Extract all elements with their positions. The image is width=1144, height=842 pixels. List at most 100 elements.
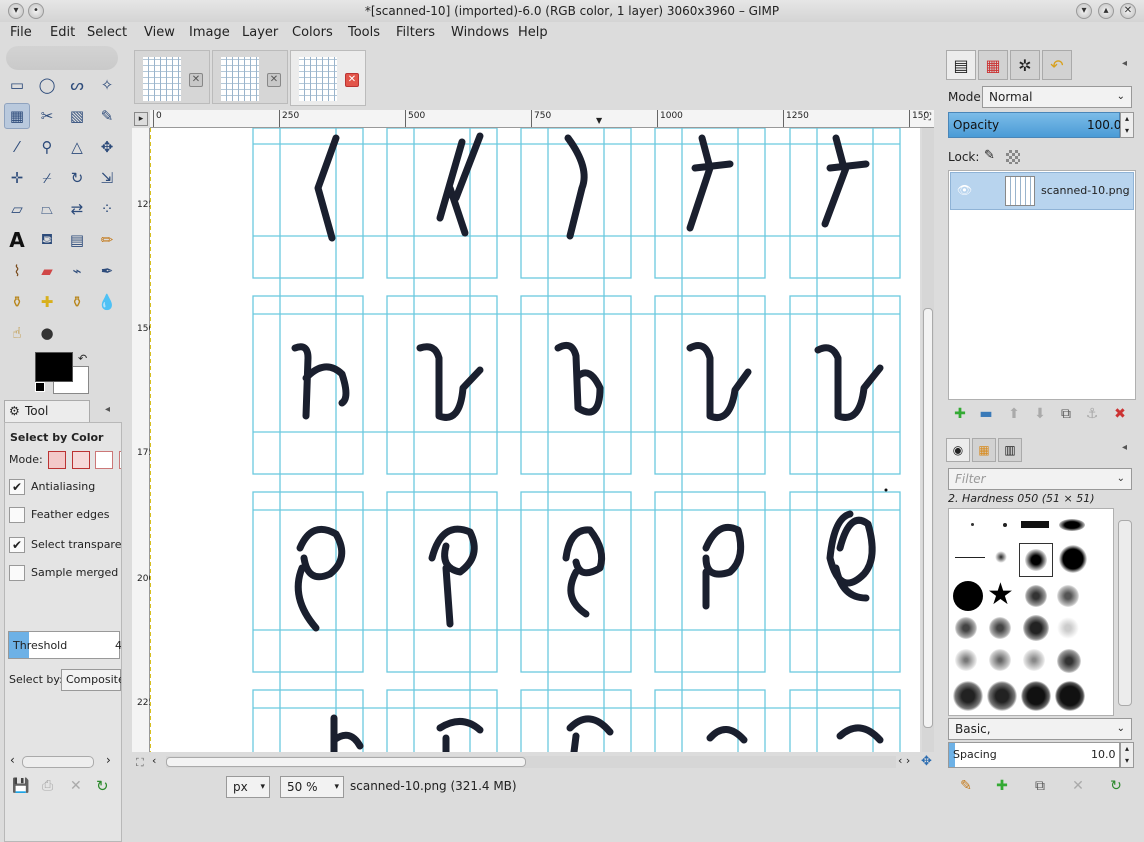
delete-layer-icon[interactable]: ✖ bbox=[1110, 404, 1130, 424]
maximize-icon[interactable]: ▴ bbox=[1098, 3, 1114, 19]
duplicate-layer-icon[interactable]: ⧉ bbox=[1056, 404, 1076, 424]
default-colors-icon[interactable] bbox=[35, 382, 45, 392]
navigate-icon[interactable]: ✥ bbox=[921, 754, 932, 769]
horizontal-scrollbar[interactable] bbox=[166, 756, 896, 768]
select-transparent-checkbox[interactable]: ✔ bbox=[9, 537, 25, 553]
feather-checkbox[interactable] bbox=[9, 507, 25, 523]
new-layer-icon[interactable]: ✚ bbox=[950, 404, 970, 424]
heal-icon[interactable]: ✚ bbox=[34, 289, 60, 315]
opacity-spinner[interactable]: ▴ ▾ bbox=[1120, 112, 1134, 138]
threshold-slider[interactable]: Threshold 4 bbox=[8, 631, 121, 659]
brush-item[interactable] bbox=[1023, 615, 1049, 641]
brush-item[interactable] bbox=[1023, 649, 1045, 671]
layer-mode-combo[interactable]: Normal ⌄ bbox=[982, 86, 1132, 108]
visibility-eye-icon[interactable]: 👁 bbox=[957, 183, 972, 197]
edit-brush-icon[interactable]: ✎ bbox=[956, 776, 976, 796]
brush-item[interactable] bbox=[971, 523, 974, 526]
crop-icon[interactable]: ⌿ bbox=[34, 165, 60, 191]
spacing-slider[interactable]: Spacing 10.0 bbox=[948, 742, 1120, 768]
refresh-brushes-icon[interactable]: ↻ bbox=[1106, 776, 1126, 796]
perspective-icon[interactable]: ⏢ bbox=[34, 196, 60, 222]
brush-item[interactable] bbox=[1057, 649, 1081, 673]
eraser-icon[interactable]: ▰ bbox=[34, 258, 60, 284]
feather-row[interactable]: Feather edges bbox=[9, 507, 110, 523]
cage-icon[interactable]: ⁘ bbox=[94, 196, 120, 222]
measure-icon[interactable]: △ bbox=[64, 134, 90, 160]
image-menu-icon[interactable]: ▸ bbox=[134, 112, 148, 126]
scale-icon[interactable]: ⇲ bbox=[94, 165, 120, 191]
horizontal-scroll-thumb[interactable] bbox=[166, 757, 526, 767]
new-brush-icon[interactable]: ✚ bbox=[992, 776, 1012, 796]
close-tab-icon[interactable]: ✕ bbox=[345, 73, 359, 87]
sample-merged-checkbox[interactable] bbox=[9, 565, 25, 581]
brush-item[interactable] bbox=[955, 557, 985, 558]
unit-combo[interactable]: px ▾ bbox=[226, 776, 270, 798]
reset-options-icon[interactable]: ↻ bbox=[96, 777, 109, 795]
undo-tab-icon[interactable]: ↶ bbox=[1042, 50, 1072, 80]
image-tab-1[interactable]: ✕ bbox=[134, 50, 210, 104]
raise-layer-icon[interactable]: ⬆ bbox=[1004, 404, 1024, 424]
sample-merged-row[interactable]: Sample merged bbox=[9, 565, 118, 581]
airbrush-icon[interactable]: ⌁ bbox=[64, 258, 90, 284]
brush-item[interactable] bbox=[953, 581, 983, 611]
ellipse-select-icon[interactable]: ◯ bbox=[34, 72, 60, 98]
color-picker-icon[interactable]: ⁄ bbox=[4, 134, 30, 160]
dock-menu-icon[interactable]: ◂ bbox=[1122, 442, 1127, 453]
dodge-burn-icon[interactable]: ● bbox=[34, 320, 60, 346]
brush-item[interactable] bbox=[987, 681, 1017, 711]
layers-tab-icon[interactable]: ▤ bbox=[946, 50, 976, 80]
duplicate-brush-icon[interactable]: ⧉ bbox=[1030, 776, 1050, 796]
menu-select[interactable]: Select bbox=[87, 25, 127, 40]
star-brush-icon[interactable]: ★ bbox=[987, 577, 1014, 612]
select-by-color-icon[interactable]: ▦ bbox=[4, 103, 30, 129]
bucket-fill-icon[interactable]: ⛾ bbox=[34, 227, 60, 253]
scroll-left-icon[interactable]: ‹ bbox=[152, 754, 156, 767]
layer-row[interactable]: 👁 scanned-10.png bbox=[950, 172, 1134, 210]
toolbox-scroll[interactable] bbox=[22, 756, 94, 768]
brush-item[interactable] bbox=[955, 617, 977, 639]
ink-icon[interactable]: ✒ bbox=[94, 258, 120, 284]
brush-item[interactable] bbox=[953, 681, 983, 711]
shear-icon[interactable]: ▱ bbox=[4, 196, 30, 222]
app-menu-icon[interactable]: ▾ bbox=[8, 3, 24, 19]
horizontal-ruler[interactable]: 0 250 500 750 1000 1250 150 ▼ bbox=[150, 110, 934, 128]
paths-icon[interactable]: ✎ bbox=[94, 103, 120, 129]
zoom-combo[interactable]: 50 % ▾ bbox=[280, 776, 344, 798]
dock-menu-icon[interactable]: ◂ bbox=[1122, 58, 1127, 69]
brush-item[interactable] bbox=[1059, 519, 1085, 531]
menu-layer[interactable]: Layer bbox=[242, 25, 278, 40]
menu-view[interactable]: View bbox=[144, 25, 175, 40]
foreground-select-icon[interactable]: ▧ bbox=[64, 103, 90, 129]
close-tab-icon[interactable]: ✕ bbox=[267, 73, 281, 87]
lower-layer-icon[interactable]: ⬇ bbox=[1030, 404, 1050, 424]
brush-item[interactable] bbox=[1021, 521, 1049, 528]
brush-item[interactable] bbox=[1021, 681, 1051, 711]
brush-item[interactable] bbox=[1055, 681, 1085, 711]
brush-item[interactable] bbox=[1059, 545, 1087, 573]
scroll-left-icon[interactable]: ‹ bbox=[10, 753, 15, 767]
align-icon[interactable]: ✛ bbox=[4, 165, 30, 191]
select-transparent-row[interactable]: ✔ Select transparer bbox=[9, 537, 121, 553]
brush-item[interactable] bbox=[995, 551, 1007, 563]
fuzzy-select-icon[interactable]: ✧ bbox=[94, 72, 120, 98]
quick-mask-icon[interactable]: ⛶ bbox=[136, 756, 144, 770]
close-tab-icon[interactable]: ✕ bbox=[189, 73, 203, 87]
brushes-tab-icon[interactable]: ◉ bbox=[946, 438, 970, 462]
new-group-icon[interactable]: ▬ bbox=[976, 404, 996, 424]
scroll-arrows-icon[interactable]: ‹ › bbox=[898, 754, 910, 767]
rotate-icon[interactable]: ↻ bbox=[64, 165, 90, 191]
tool-options-tab[interactable]: ⚙ Tool Options bbox=[4, 400, 90, 438]
zoom-icon[interactable]: ⚲ bbox=[34, 134, 60, 160]
menu-help[interactable]: Help bbox=[518, 25, 548, 40]
opacity-slider[interactable]: Opacity 100.0 bbox=[948, 112, 1121, 138]
foreground-color-swatch[interactable] bbox=[35, 352, 73, 382]
swap-colors-icon[interactable]: ↶ bbox=[78, 352, 87, 365]
antialiasing-row[interactable]: ✔ Antialiasing bbox=[9, 479, 95, 495]
move-icon[interactable]: ✥ bbox=[94, 134, 120, 160]
pencil-icon[interactable]: ✏ bbox=[94, 227, 120, 253]
free-select-icon[interactable]: ᔕ bbox=[64, 72, 90, 98]
gradient-icon[interactable]: ▤ bbox=[64, 227, 90, 253]
zoom-fit-icon[interactable]: ⛶ bbox=[924, 112, 934, 124]
select-by-combo[interactable]: Composite bbox=[61, 669, 121, 691]
vertical-scrollbar[interactable] bbox=[922, 128, 934, 752]
